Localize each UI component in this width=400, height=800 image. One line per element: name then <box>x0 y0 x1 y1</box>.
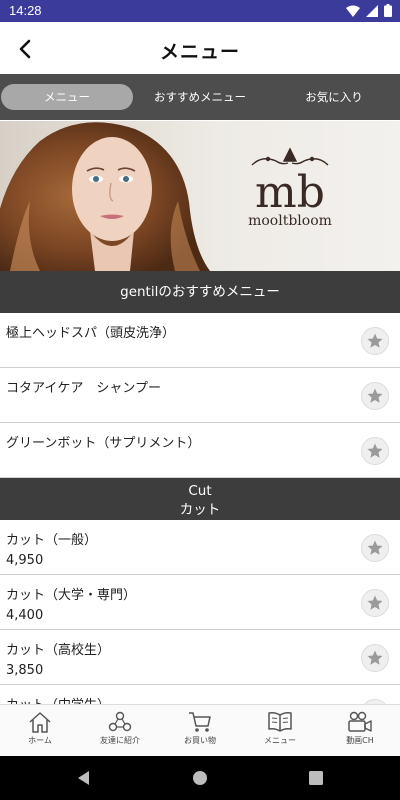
nav-label: 友達に紹介 <box>100 736 140 745</box>
tab-bar: メニュー おすすめメニュー お気に入り <box>0 74 400 120</box>
item-price: 3,850 <box>6 663 44 678</box>
status-icons <box>346 4 392 17</box>
item-title: コタアイケア シャンプー <box>6 381 161 396</box>
section-header-recommended: gentilのおすすめメニュー <box>0 271 400 313</box>
item-title: グリーンボット（サプリメント） <box>6 436 201 451</box>
page-title: メニュー <box>159 41 240 63</box>
share-friends-icon <box>108 711 132 732</box>
system-nav-bar <box>0 756 400 800</box>
star-icon <box>367 388 383 403</box>
list-item[interactable]: 極上ヘッドスパ（頭皮洗浄） <box>0 313 400 368</box>
home-circle-icon[interactable] <box>190 768 210 788</box>
favorite-button[interactable] <box>361 589 389 617</box>
favorite-button[interactable] <box>361 437 389 465</box>
favorite-button[interactable] <box>361 644 389 672</box>
banner-image: mb mooltbloom <box>0 121 400 271</box>
section-title-ja: カット <box>179 502 221 518</box>
nav-shopping[interactable]: お買い物 <box>160 705 240 756</box>
logo-text: mooltbloom <box>248 213 332 229</box>
item-title: カット（一般） <box>6 533 98 548</box>
list-item[interactable]: コタアイケア シャンプー <box>0 368 400 423</box>
salon-banner: mb mooltbloom <box>0 121 400 271</box>
home-icon <box>29 712 51 733</box>
book-icon <box>268 712 292 732</box>
star-icon <box>367 540 383 555</box>
video-camera-icon <box>348 711 372 732</box>
item-title: 極上ヘッドスパ（頭皮洗浄） <box>6 326 176 341</box>
battery-icon <box>384 4 392 17</box>
list-item[interactable]: カット（高校生） 3,850 <box>0 630 400 685</box>
status-bar: 14:28 <box>0 0 400 22</box>
star-icon <box>367 333 383 348</box>
cart-icon <box>189 712 211 732</box>
item-price: 4,950 <box>6 553 44 568</box>
wifi-icon <box>346 5 360 17</box>
section-title-en: Cut <box>188 483 212 499</box>
logo-mark: mb <box>255 167 325 218</box>
tab-favorites[interactable]: お気に入り <box>268 84 400 110</box>
favorite-button[interactable] <box>361 534 389 562</box>
nav-label: ホーム <box>28 736 52 745</box>
nav-video-channel[interactable]: 動画CH <box>320 705 400 756</box>
signal-icon <box>366 4 378 17</box>
favorite-button[interactable] <box>361 327 389 355</box>
item-title: カット（大学・専門） <box>6 588 137 603</box>
star-icon <box>367 650 383 665</box>
app-header: メニュー <box>0 22 400 74</box>
list-item[interactable]: グリーンボット（サプリメント） <box>0 423 400 478</box>
back-triangle-icon[interactable] <box>74 768 94 788</box>
nav-label: メニュー <box>264 736 296 745</box>
star-icon <box>367 443 383 458</box>
list-item[interactable]: カット（大学・専門） 4,400 <box>0 575 400 630</box>
nav-menu[interactable]: メニュー <box>240 705 320 756</box>
item-price: 4,400 <box>6 608 44 623</box>
list-item[interactable]: カット（一般） 4,950 <box>0 520 400 575</box>
tab-menu[interactable]: メニュー <box>1 84 133 110</box>
nav-label: 動画CH <box>346 736 374 745</box>
section-title: gentilのおすすめメニュー <box>120 284 280 300</box>
nav-label: お買い物 <box>184 736 216 745</box>
nav-share-friends[interactable]: 友達に紹介 <box>80 705 160 756</box>
status-time: 14:28 <box>9 3 42 18</box>
bottom-nav: ホーム 友達に紹介 お買い物 メニュー 動画CH <box>0 704 400 756</box>
favorite-button[interactable] <box>361 382 389 410</box>
star-icon <box>367 595 383 610</box>
recents-square-icon[interactable] <box>306 768 326 788</box>
tab-recommended[interactable]: おすすめメニュー <box>134 84 266 110</box>
section-header-cut: Cut カット <box>0 478 400 520</box>
item-title: カット（高校生） <box>6 643 111 658</box>
nav-home[interactable]: ホーム <box>0 705 80 756</box>
